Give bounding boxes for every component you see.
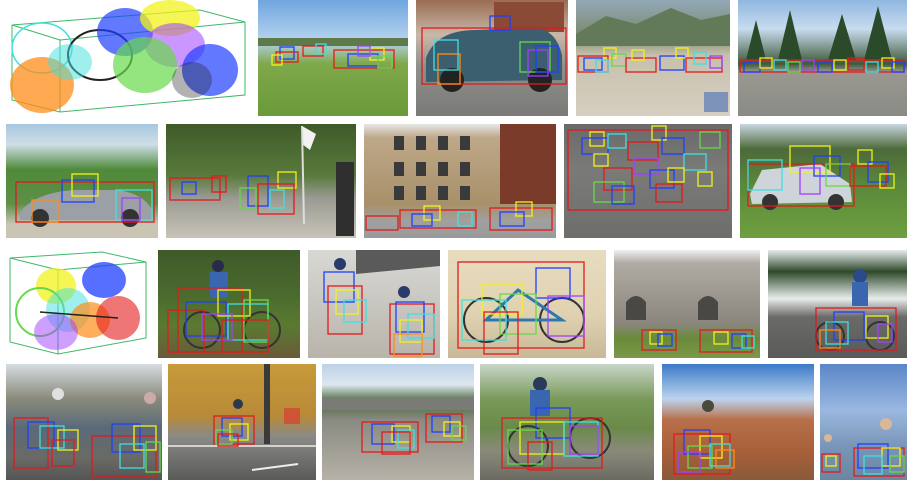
bicycle-photo-11-image [821,418,905,477]
bicycle-photo-3-image [457,261,585,355]
car-photo-4-image [739,6,905,73]
bicycle-photo-8-tile [322,364,474,480]
bicycle-photo-10-image [673,400,735,475]
car-photo-1-image [258,38,408,69]
bicycle-photo-11-tile [820,364,907,480]
bicycle-photo-7-image [168,364,316,471]
car-photo-9-image [747,145,895,210]
car-photo-7-image [365,124,556,231]
car-photo-5-image [15,173,155,227]
car-photo-6-tile [166,124,356,238]
car-photo-2-image [421,2,567,92]
car-photo-1-tile [258,0,408,116]
car-photo-8-image [567,125,729,211]
car-photo-5-tile [6,124,158,238]
bicycle-3d-model-image [9,251,147,355]
car-photo-3-tile [576,0,730,116]
bicycle-photo-8-image [322,398,474,455]
bicycle-photo-2-image [323,250,440,357]
bicycle-photo-6-image [13,388,161,477]
car-3d-model-image [10,0,246,113]
bicycle-photo-5-image [815,269,897,351]
bicycle-3d-model-tile [6,250,154,358]
car-photo-9-tile [740,124,907,238]
bicycle-photo-4-image [626,296,755,353]
car-photo-7-tile [364,124,556,238]
bicycle-photo-6-tile [6,364,162,480]
bicycle-photo-9-image [501,377,611,471]
bicycle-photo-10-tile [662,364,814,480]
detection-results-grid [0,0,907,482]
bicycle-photo-1-tile [158,250,300,358]
bicycle-photo-4-tile [614,250,760,358]
bicycle-photo-7-tile [168,364,316,480]
car-photo-2-tile [416,0,568,116]
car-3d-model-tile [0,0,254,116]
car-photo-3-image [576,8,730,112]
bicycle-photo-5-tile [768,250,907,358]
car-photo-6-image [169,125,354,236]
bicycle-photo-3-tile [448,250,606,358]
car-photo-8-tile [564,124,732,238]
bicycle-photo-9-tile [480,364,654,480]
bicycle-photo-1-image [167,260,281,353]
car-photo-4-tile [738,0,907,116]
bicycle-photo-2-tile [308,250,440,358]
